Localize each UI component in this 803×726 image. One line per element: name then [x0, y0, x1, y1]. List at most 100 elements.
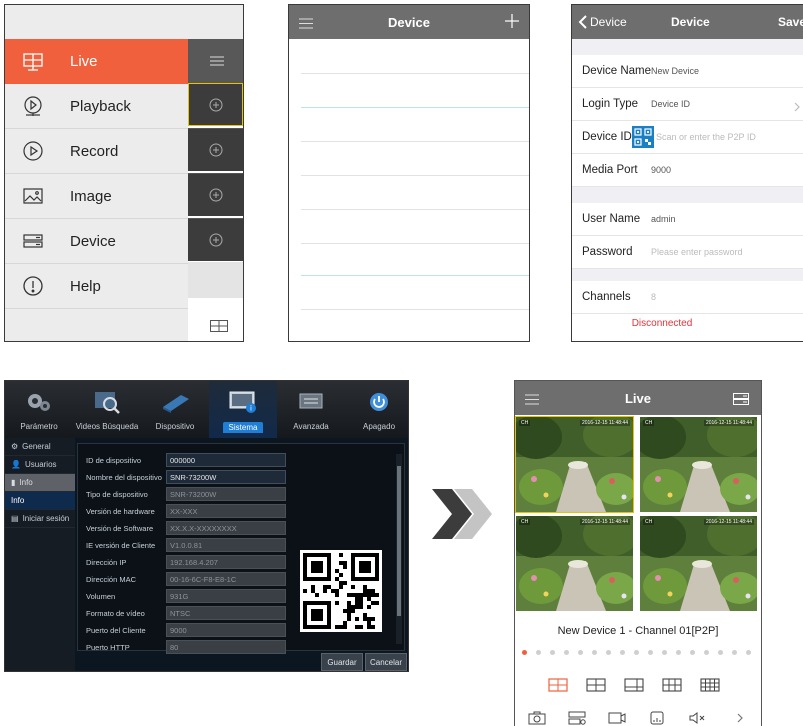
page-dot[interactable] [536, 650, 541, 655]
camera-tile[interactable]: CH 2016-12-15 11:48:44 [516, 516, 633, 611]
hard-disk-icon [163, 395, 189, 413]
menu-item-device[interactable]: Device [5, 219, 188, 264]
page-dot[interactable] [690, 650, 695, 655]
list-separator [301, 243, 529, 244]
page-dot[interactable] [550, 650, 555, 655]
side-item-info-highlight[interactable]: ▮ Info [5, 474, 75, 492]
page-dot[interactable] [592, 650, 597, 655]
help-icon [22, 275, 44, 297]
info-row: Puerto HTTP 80 [86, 639, 286, 655]
side-item-iniciar-sesion[interactable]: ▤ Iniciar sesión [5, 510, 75, 528]
menu-item-record[interactable]: Record [5, 129, 188, 174]
device-id-input[interactable]: Scan or enter the P2P ID [656, 132, 756, 142]
add-channel-button[interactable] [188, 128, 243, 171]
list-separator [301, 175, 529, 176]
page-dot[interactable] [648, 650, 653, 655]
playback-record-icon[interactable] [568, 711, 586, 725]
layout-9-icon[interactable] [700, 678, 720, 692]
scrollbar[interactable] [396, 454, 402, 644]
device-icon[interactable] [733, 392, 749, 410]
video-record-icon[interactable] [608, 711, 626, 725]
system-monitor-icon: i [229, 391, 256, 413]
menu-item-label: Live [70, 53, 98, 70]
info-value: 9000 [166, 623, 286, 637]
tab-dispositivo[interactable]: Dispositivo [141, 381, 209, 438]
layout-8-icon[interactable] [662, 678, 682, 692]
page-title: Device [671, 15, 710, 29]
page-dot[interactable] [634, 650, 639, 655]
page-dot[interactable] [522, 650, 527, 655]
camera-tile[interactable]: CH 2016-12-15 11:48:44 [640, 516, 757, 611]
image-icon [22, 185, 44, 207]
menu-item-live[interactable]: Live [5, 39, 188, 84]
intercom-icon[interactable] [648, 711, 666, 725]
qr-scan-icon[interactable] [632, 126, 654, 148]
login-type-field[interactable]: Login Type Device ID [572, 88, 803, 121]
layout-4-icon[interactable] [586, 678, 606, 692]
save-button[interactable]: Guardar [321, 653, 363, 671]
info-row: Nombre del dispositivo SNR-73200W [86, 469, 286, 485]
chevron-right-icon[interactable] [736, 711, 744, 725]
camera-tile[interactable]: CH 2016-12-15 11:48:44 [515, 416, 634, 513]
add-channel-button[interactable] [188, 83, 243, 126]
page-dot[interactable] [606, 650, 611, 655]
device-id-input[interactable]: 000000 [166, 453, 286, 467]
info-label: Formato de vídeo [86, 608, 145, 618]
channels-field[interactable]: Channels 8 [572, 281, 803, 314]
side-item-general[interactable]: ⚙ General [5, 438, 75, 456]
tab-label: Parámetro [20, 422, 58, 431]
layout-1x1-icon[interactable] [548, 678, 568, 692]
page-dot[interactable] [732, 650, 737, 655]
hamburger-icon[interactable] [525, 392, 539, 410]
grid-layout-icon[interactable] [210, 319, 228, 337]
camera-feed-image [640, 516, 757, 611]
add-channel-button[interactable] [188, 218, 243, 261]
page-dot[interactable] [704, 650, 709, 655]
media-port-field[interactable]: Media Port 9000 [572, 154, 803, 187]
tab-sistema[interactable]: i Sistema [209, 381, 277, 438]
tab-parametro[interactable]: Parámetro [5, 381, 73, 438]
page-dot[interactable] [620, 650, 625, 655]
page-dot[interactable] [676, 650, 681, 655]
save-button[interactable]: Save [778, 15, 803, 29]
back-button[interactable]: Device [578, 15, 627, 29]
page-dot[interactable] [662, 650, 667, 655]
mute-icon[interactable] [688, 711, 706, 725]
page-title: Device [388, 14, 430, 30]
info-value: XX.X.X-XXXXXXXX [166, 521, 286, 535]
snapshot-icon[interactable] [528, 711, 546, 725]
menu-item-image[interactable]: Image [5, 174, 188, 219]
menu-item-playback[interactable]: Playback [5, 84, 188, 129]
tab-avanzada[interactable]: Avanzada [277, 381, 345, 438]
log-icon: ▤ [11, 514, 19, 523]
tab-videos-busqueda[interactable]: Videos Búsqueda [73, 381, 141, 438]
side-item-label: Iniciar sesión [22, 514, 70, 523]
add-channel-button[interactable] [188, 173, 243, 216]
side-item-usuarios[interactable]: 👤 Usuarios [5, 456, 75, 474]
side-item-info[interactable]: Info [5, 492, 75, 510]
hamburger-icon[interactable] [299, 16, 313, 34]
menu-item-help[interactable]: Help [5, 264, 188, 309]
device-name-field[interactable]: Device Name New Device [572, 55, 803, 88]
cancel-button[interactable]: Cancelar [365, 653, 407, 671]
info-row: Volumen 931G [86, 588, 286, 604]
password-field[interactable]: Password Please enter password [572, 236, 803, 269]
info-value: 931G [166, 589, 286, 603]
camera-tile[interactable]: CH 2016-12-15 11:48:44 [640, 417, 757, 512]
page-dot[interactable] [578, 650, 583, 655]
info-row: Versión de hardware XX-XXX [86, 503, 286, 519]
page-dot[interactable] [718, 650, 723, 655]
scrollbar-thumb[interactable] [397, 466, 401, 616]
menu-item-label: Playback [70, 97, 131, 115]
password-input[interactable]: Please enter password [651, 247, 743, 257]
plus-icon[interactable] [505, 14, 519, 33]
user-name-field[interactable]: User Name admin [572, 203, 803, 236]
device-name-input[interactable]: SNR-73200W [166, 470, 286, 484]
tab-apagado[interactable]: Apagado [345, 381, 408, 438]
layout-6-icon[interactable] [624, 678, 644, 692]
page-dot[interactable] [746, 650, 751, 655]
device-id-field[interactable]: Device ID Scan or enter the P2P ID [572, 121, 803, 154]
page-dot[interactable] [564, 650, 569, 655]
hamburger-icon[interactable] [188, 39, 243, 83]
add-device-screen: Device Device Save Device Name New Devic… [571, 4, 803, 342]
